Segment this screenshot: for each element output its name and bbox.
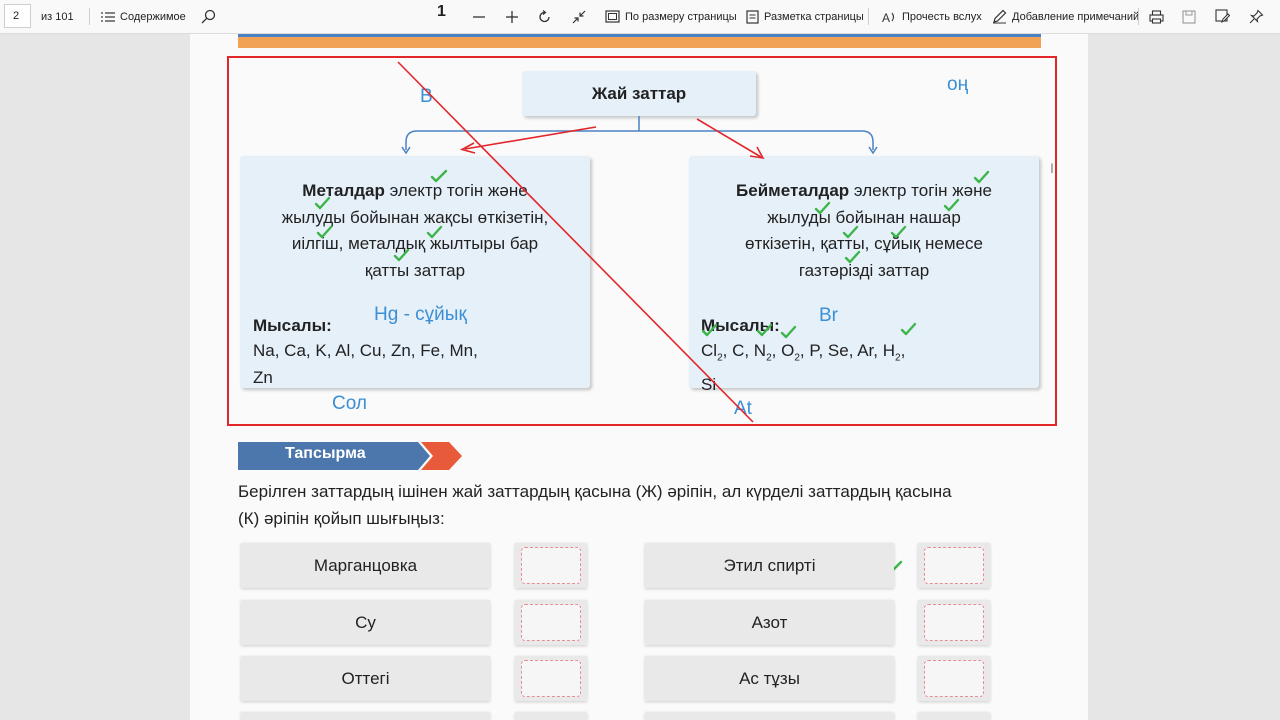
answer-input[interactable] <box>924 604 984 641</box>
instruction-line: (К) әріпін қойып шығыңыз: <box>238 509 445 528</box>
check-icon <box>430 169 448 183</box>
task-number-text: 1 <box>437 3 446 20</box>
answer-box[interactable] <box>515 600 587 645</box>
text-cursor-icon: I <box>1050 160 1054 176</box>
answer-input[interactable] <box>521 660 581 697</box>
answer-box[interactable] <box>918 656 990 701</box>
task-number: 1 <box>437 3 446 21</box>
answer-box[interactable] <box>515 543 587 588</box>
check-icon <box>316 225 333 239</box>
substance-cell <box>241 712 490 720</box>
check-icon <box>943 198 960 212</box>
substance-cell: Этил спирті <box>645 543 894 588</box>
answer-box[interactable] <box>918 600 990 645</box>
substance-label: Оттегі <box>341 668 390 688</box>
check-icon <box>890 225 907 239</box>
substance-cell: Азот <box>645 600 894 645</box>
answer-input[interactable] <box>521 604 581 641</box>
substance-label: Этил спирті <box>723 555 816 575</box>
answer-input[interactable] <box>521 547 581 584</box>
answer-box[interactable] <box>918 543 990 588</box>
substance-cell <box>645 712 894 720</box>
answer-box[interactable] <box>918 712 990 720</box>
task-tab: Тапсырма <box>238 442 462 470</box>
substance-label: Су <box>355 612 376 632</box>
answer-input[interactable] <box>924 660 984 697</box>
check-icon <box>900 322 917 336</box>
check-icon <box>701 323 718 337</box>
substance-cell: Оттегі <box>241 656 490 701</box>
substance-label: Азот <box>751 612 788 632</box>
task-label: Тапсырма <box>285 445 366 462</box>
substance-cell: Ас тұзы <box>645 656 894 701</box>
check-icon <box>844 250 861 264</box>
substance-label: Ас тұзы <box>739 668 800 688</box>
answer-input[interactable] <box>924 547 984 584</box>
substance-label: Марганцовка <box>313 555 418 575</box>
substance-cell: Су <box>241 600 490 645</box>
task-instruction: Берілген заттардың ішінен жай заттардың … <box>238 478 1038 532</box>
check-icon <box>756 323 773 337</box>
check-icon <box>426 225 443 239</box>
check-icon <box>814 201 831 215</box>
answer-box[interactable] <box>515 656 587 701</box>
substance-cell: Марганцовка <box>241 543 490 588</box>
check-icon <box>842 225 859 239</box>
check-icon <box>780 325 797 339</box>
answer-box[interactable] <box>515 712 587 720</box>
check-icon <box>314 196 331 210</box>
check-icon <box>393 248 410 262</box>
green-checkmarks <box>314 169 990 574</box>
check-icon <box>973 170 990 184</box>
instruction-line: Берілген заттардың ішінен жай заттардың … <box>238 482 952 501</box>
